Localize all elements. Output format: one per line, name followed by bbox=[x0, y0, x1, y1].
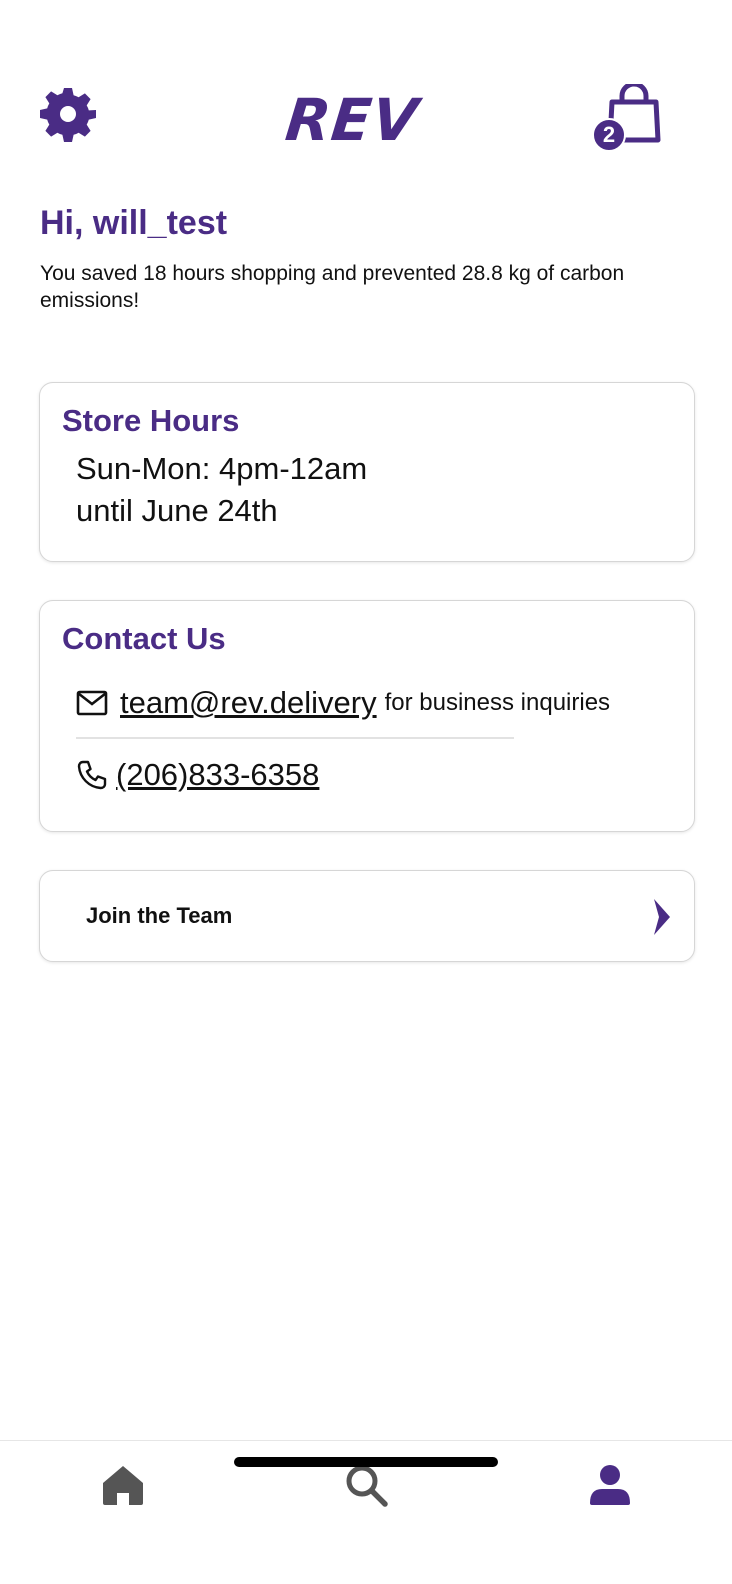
phone-row: (206)833-6358 bbox=[76, 757, 319, 793]
store-hours-card: Store Hours Sun-Mon: 4pm-12am until June… bbox=[39, 382, 695, 562]
mail-icon bbox=[76, 690, 108, 716]
home-icon bbox=[103, 1466, 143, 1505]
greeting-title: Hi, will_test bbox=[40, 204, 228, 242]
home-indicator bbox=[234, 1457, 498, 1467]
contact-title: Contact Us bbox=[62, 621, 226, 656]
store-hours-days: Sun-Mon: 4pm-12am bbox=[76, 451, 368, 486]
rev-logo: REV bbox=[282, 86, 452, 154]
tab-profile[interactable] bbox=[588, 1463, 632, 1507]
tab-search[interactable] bbox=[344, 1463, 388, 1507]
join-team-button[interactable]: Join the Team bbox=[39, 870, 695, 962]
contact-card: Contact Us team@rev.delivery for busines… bbox=[39, 600, 695, 832]
phone-icon bbox=[77, 760, 107, 790]
email-row: team@rev.delivery for business inquiries bbox=[76, 685, 610, 721]
store-hours-until: until June 24th bbox=[76, 493, 278, 528]
savings-message: You saved 18 hours shopping and prevente… bbox=[40, 262, 625, 312]
contact-divider bbox=[76, 737, 514, 739]
top-header: REV 2 bbox=[0, 0, 732, 180]
email-note: for business inquiries bbox=[384, 689, 611, 716]
settings-button[interactable] bbox=[40, 86, 96, 142]
store-hours-title: Store Hours bbox=[62, 403, 240, 438]
profile-icon bbox=[590, 1465, 630, 1505]
chevron-right-icon bbox=[654, 899, 670, 935]
email-link[interactable]: team@rev.delivery bbox=[120, 685, 377, 721]
cart-count-badge: 2 bbox=[592, 118, 626, 152]
logo-text: REV bbox=[282, 86, 422, 154]
join-team-label: Join the Team bbox=[86, 903, 233, 928]
phone-link[interactable]: (206)833-6358 bbox=[116, 757, 319, 793]
cart-button[interactable]: 2 bbox=[592, 84, 666, 156]
tab-home[interactable] bbox=[101, 1463, 145, 1507]
gear-icon bbox=[40, 88, 96, 142]
search-icon bbox=[346, 1465, 388, 1507]
